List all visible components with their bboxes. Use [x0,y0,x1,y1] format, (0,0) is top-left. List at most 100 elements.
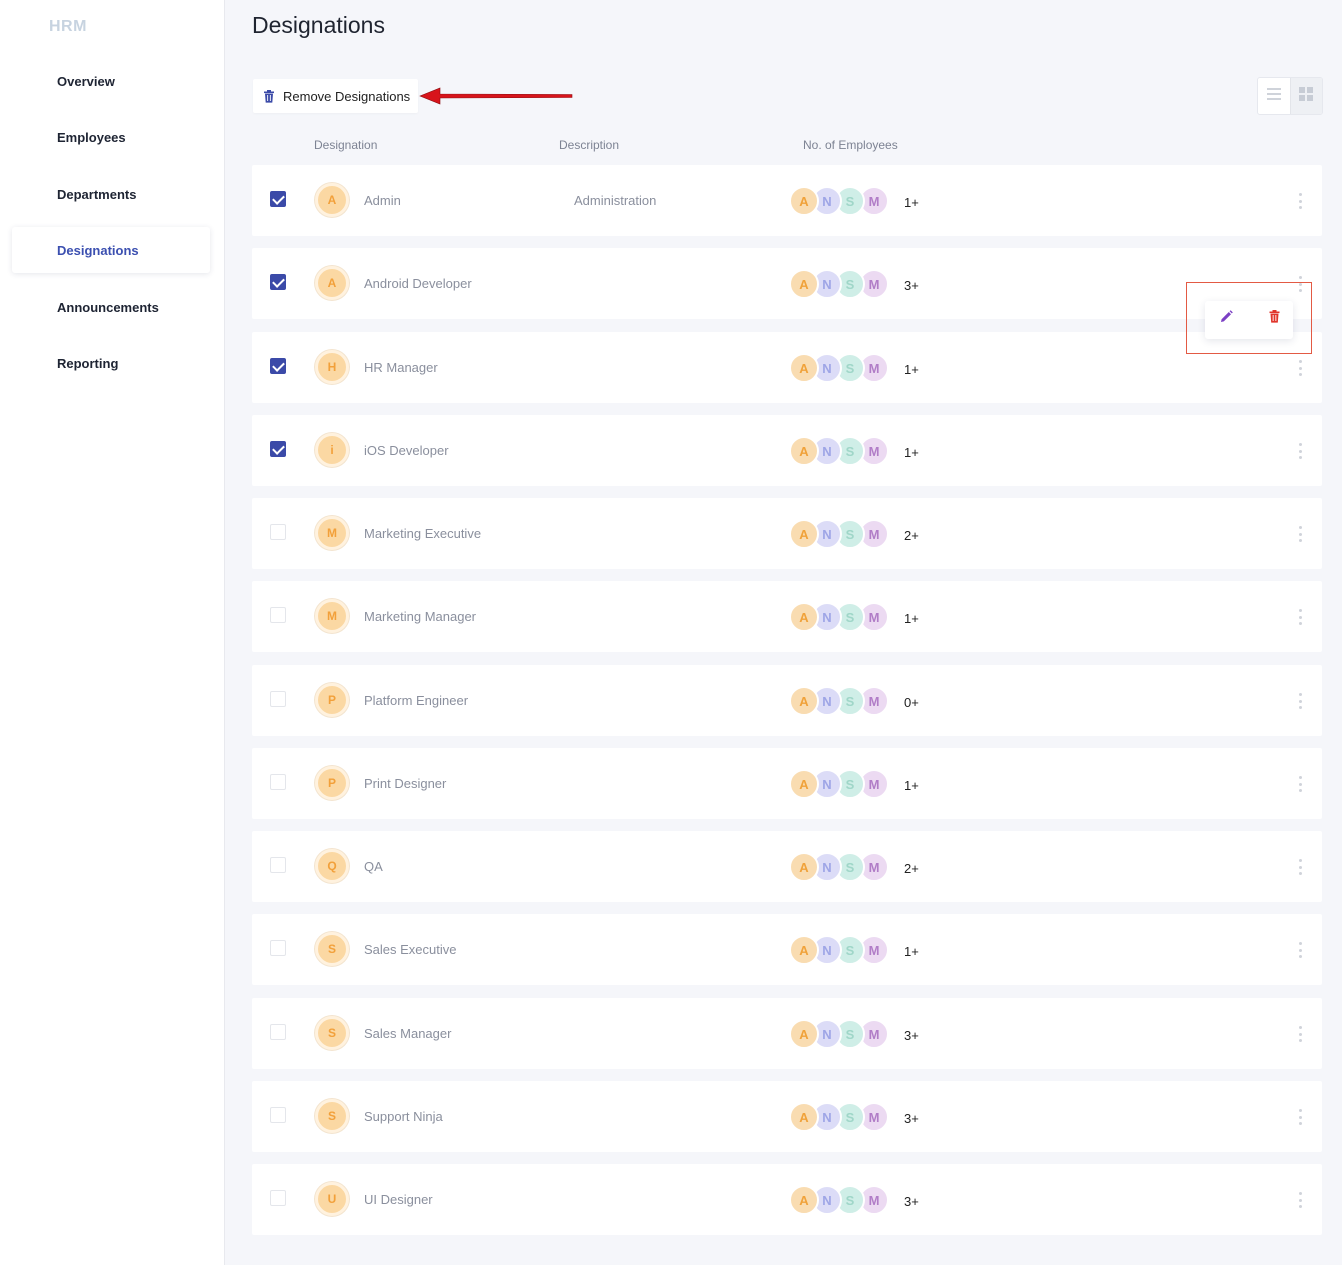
designation-avatar: H [315,350,349,384]
more-options-icon[interactable] [1297,1192,1303,1208]
employee-avatar: A [789,269,819,299]
list-view-toggle[interactable] [1258,78,1290,114]
employee-avatar-stack: ANSM [789,686,893,716]
designation-name: Sales Executive [364,942,457,957]
row-checkbox[interactable] [270,191,286,207]
designation-avatar: U [315,1182,349,1216]
table-row[interactable]: A Admin Administration A N S M 1+ [252,165,1322,236]
employee-count: 3+ [904,278,919,293]
employee-count: 2+ [904,861,919,876]
row-action-card [1205,301,1293,339]
employee-count: 3+ [904,1194,919,1209]
employee-avatar-stack: ANSM [789,353,893,383]
row-action-menu [1186,282,1312,354]
more-options-icon[interactable] [1297,193,1303,209]
table-row[interactable]: S Sales Executive A N S M 1+ [252,914,1322,985]
edit-icon [1220,310,1233,328]
page-title: Designations [252,12,385,38]
delete-button[interactable] [1266,310,1282,328]
employee-avatar-stack: ANSM [789,519,893,549]
table-row[interactable]: i iOS Developer A N S M 1+ [252,415,1322,486]
employee-count: 1+ [904,778,919,793]
employee-avatar: A [789,1019,819,1049]
employee-avatar: A [789,519,819,549]
designation-name: HR Manager [364,360,438,375]
row-checkbox[interactable] [270,774,286,790]
employee-count: 3+ [904,1028,919,1043]
table-row[interactable]: U UI Designer A N S M 3+ [252,1164,1322,1235]
remove-designations-label: Remove Designations [283,88,411,104]
sidebar-item-label: Departments [57,186,137,202]
designation-name: Platform Engineer [364,693,469,708]
row-checkbox[interactable] [270,857,286,873]
designation-name: Sales Manager [364,1026,452,1041]
row-checkbox[interactable] [270,524,286,540]
table-row[interactable]: M Marketing Manager A N S M 1+ [252,581,1322,652]
sidebar-item-overview[interactable]: Overview [12,58,210,104]
table-row[interactable]: Q QA A N S M 2+ [252,831,1322,902]
more-options-icon[interactable] [1297,1026,1303,1042]
table-row[interactable]: P Platform Engineer A N S M 0+ [252,665,1322,736]
employee-count: 1+ [904,445,919,460]
designation-avatar: P [315,766,349,800]
row-checkbox[interactable] [270,940,286,956]
more-options-icon[interactable] [1297,609,1303,625]
employee-avatar: A [789,686,819,716]
row-checkbox[interactable] [270,441,286,457]
employee-avatar-stack: ANSM [789,1019,893,1049]
employee-avatar: A [789,1185,819,1215]
grid-view-toggle[interactable] [1289,78,1322,114]
employee-count: 2+ [904,528,919,543]
sidebar-item-designations[interactable]: Designations [12,227,210,273]
list-icon [1266,87,1281,105]
designation-avatar: M [315,516,349,550]
row-checkbox[interactable] [270,607,286,623]
row-checkbox[interactable] [270,1107,286,1123]
sidebar-item-label: Announcements [57,299,159,315]
table-row[interactable]: H HR Manager A N S M 1+ [252,332,1322,403]
edit-button[interactable] [1218,310,1234,328]
row-checkbox[interactable] [270,358,286,374]
employee-count: 1+ [904,611,919,626]
row-checkbox[interactable] [270,1024,286,1040]
designation-name: Android Developer [364,276,472,291]
row-checkbox[interactable] [270,691,286,707]
more-options-icon[interactable] [1297,693,1303,709]
trash-icon [263,89,275,103]
row-checkbox[interactable] [270,274,286,290]
table-row[interactable]: S Support Ninja A N S M 3+ [252,1081,1322,1152]
sidebar-item-employees[interactable]: Employees [12,114,210,160]
table-row[interactable]: A Android Developer A N S M 3+ [252,248,1322,319]
employee-avatar: A [789,186,819,216]
designation-avatar: A [315,183,349,217]
employee-avatar: A [789,353,819,383]
row-checkbox[interactable] [270,1190,286,1206]
sidebar-item-reporting[interactable]: Reporting [12,340,210,386]
designation-avatar: P [315,683,349,717]
employee-count: 0+ [904,695,919,710]
employee-avatar: A [789,935,819,965]
more-options-icon[interactable] [1297,360,1303,376]
sidebar-item-departments[interactable]: Departments [12,171,210,217]
more-options-icon[interactable] [1297,526,1303,542]
table-row[interactable]: M Marketing Executive A N S M 2+ [252,498,1322,569]
employee-avatar-stack: ANSM [789,602,893,632]
more-options-icon[interactable] [1297,942,1303,958]
table-row[interactable]: P Print Designer A N S M 1+ [252,748,1322,819]
table-row[interactable]: S Sales Manager A N S M 3+ [252,998,1322,1069]
designation-name: Print Designer [364,776,447,791]
employee-count: 1+ [904,362,919,377]
delete-icon [1269,310,1280,328]
column-header-employees: No. of Employees [803,138,898,152]
more-options-icon[interactable] [1297,776,1303,792]
sidebar-item-announcements[interactable]: Announcements [12,284,210,330]
more-options-icon[interactable] [1297,1109,1303,1125]
employee-avatar-stack: ANSM [789,436,893,466]
more-options-icon[interactable] [1297,859,1303,875]
remove-designations-button[interactable]: Remove Designations [253,79,418,113]
employee-count: 1+ [904,944,919,959]
employee-avatar-stack: ANSM [789,935,893,965]
column-header-designation: Designation [314,138,378,152]
employee-avatar: A [789,602,819,632]
more-options-icon[interactable] [1297,443,1303,459]
